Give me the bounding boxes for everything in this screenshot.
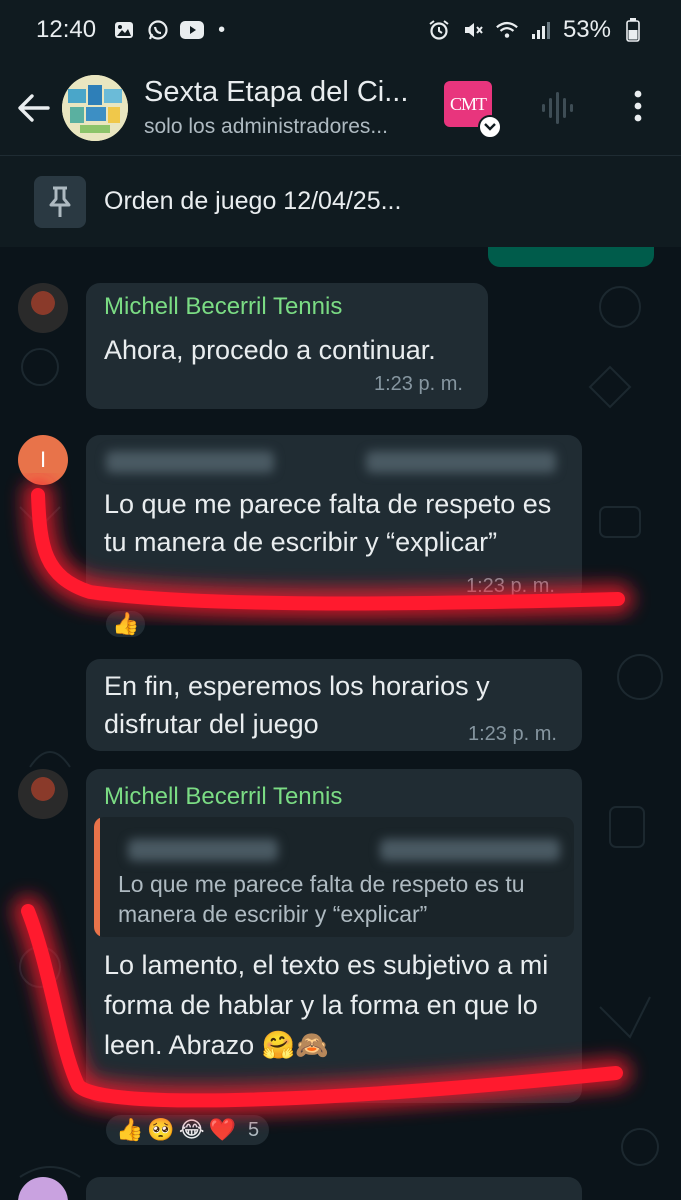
previous-outgoing-bubble[interactable] xyxy=(488,247,654,267)
reaction-count: 5 xyxy=(247,1118,260,1141)
message-text: Lo lamento, el texto es subjetivo a mi f… xyxy=(104,950,549,1060)
redacted-quoted-phone xyxy=(380,839,560,861)
status-time: 12:40 xyxy=(36,16,97,43)
thumbs-up-reaction: 👍 xyxy=(116,1117,144,1142)
redacted-quoted-sender xyxy=(128,839,278,861)
battery-percent: 53% xyxy=(562,16,611,43)
chat-subtitle: solo los administradores... xyxy=(144,115,388,138)
avatar-initial: I xyxy=(39,447,47,472)
pleading-face-reaction: 🥺 xyxy=(147,1117,175,1142)
message-bubble[interactable]: En fin, esperemos los horarios y disfrut… xyxy=(86,659,582,751)
message-text: Lo que me parece falta de respeto es tu … xyxy=(104,489,552,557)
group-avatar[interactable] xyxy=(62,74,128,141)
chevron-down-icon xyxy=(478,115,502,139)
sender-avatar[interactable] xyxy=(18,769,68,819)
chat-title-area[interactable]: Sexta Etapa del Ci... solo los administr… xyxy=(144,76,434,139)
redacted-phone-number xyxy=(366,451,556,473)
voice-chat-icon[interactable] xyxy=(540,88,580,133)
sender-name[interactable]: Michell Becerril Tennis xyxy=(104,293,342,321)
community-logo[interactable]: CMT xyxy=(444,81,502,139)
quoted-message[interactable]: Lo que me parece falta de respeto es tu … xyxy=(94,817,574,937)
message-bubble[interactable]: Lo que me parece falta de respeto es tu … xyxy=(86,435,582,601)
message-text: Ahora, procedo a continuar. xyxy=(104,335,436,365)
more-options-icon[interactable] xyxy=(626,88,650,129)
message-bubble[interactable]: Michell Becerril Tennis Ahora, procedo a… xyxy=(86,283,488,409)
alarm-icon xyxy=(427,19,451,41)
status-dot: • xyxy=(218,18,226,41)
sender-avatar[interactable] xyxy=(18,283,68,333)
message-time: 1:23 p. m. xyxy=(374,373,463,395)
thumbs-up-reaction: 👍 xyxy=(112,611,140,636)
mute-icon xyxy=(461,19,485,41)
battery-icon xyxy=(621,18,645,42)
whatsapp-icon xyxy=(146,19,170,41)
chat-area[interactable]: Michell Becerril Tennis Ahora, procedo a… xyxy=(0,247,681,1200)
message-bubble[interactable]: Michell Becerril Tennis Lo que me parece… xyxy=(86,769,582,1103)
pin-icon xyxy=(34,175,86,228)
message-time: 1:23 p. m. xyxy=(466,575,555,597)
quote-accent-bar xyxy=(94,817,100,937)
back-arrow-icon xyxy=(18,93,50,122)
back-button[interactable] xyxy=(4,93,62,123)
wifi-icon xyxy=(495,19,519,41)
heart-reaction: ❤️ xyxy=(208,1117,236,1142)
sender-name[interactable]: Michell Becerril Tennis xyxy=(104,783,342,811)
next-message-bubble[interactable] xyxy=(86,1177,582,1200)
laughing-reaction: 😂 xyxy=(178,1117,205,1142)
chat-title: Sexta Etapa del Ci... xyxy=(144,76,409,108)
message-time: 1:23 p. m. xyxy=(468,723,557,745)
chat-header: Sexta Etapa del Ci... solo los administr… xyxy=(0,60,681,155)
pinned-message-text: Orden de juego 12/04/25... xyxy=(104,187,402,215)
status-bar: 12:40 • 53% xyxy=(0,0,681,60)
sender-avatar-initial[interactable]: I xyxy=(18,435,68,485)
message-reactions[interactable]: 👍 xyxy=(104,609,148,639)
signal-icon xyxy=(529,19,553,41)
pinned-message-bar[interactable]: Orden de juego 12/04/25... xyxy=(0,155,681,247)
redacted-sender-name xyxy=(106,451,274,473)
youtube-icon xyxy=(180,19,205,41)
gallery-icon xyxy=(112,19,136,41)
quoted-text: Lo que me parece falta de respeto es tu … xyxy=(118,871,525,927)
message-reactions[interactable]: 👍 🥺 😂 ❤️ 5 xyxy=(104,1113,272,1147)
